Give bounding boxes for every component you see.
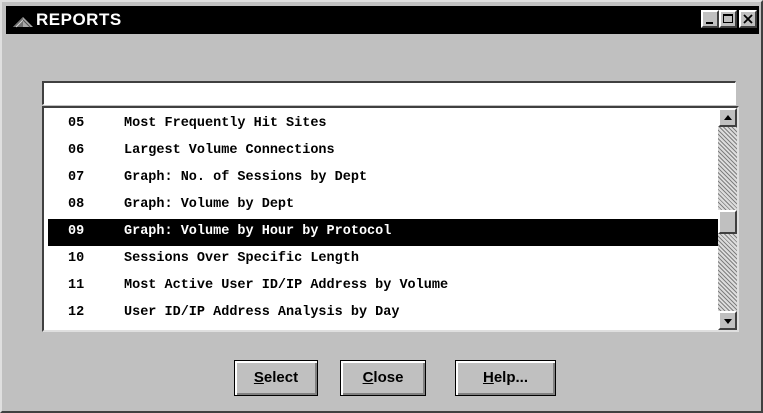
help-button[interactable]: Help...	[455, 360, 556, 396]
item-label: Sessions Over Specific Length	[124, 251, 359, 266]
close-label-rest: lose	[373, 369, 404, 386]
arrow-up-icon	[724, 115, 732, 120]
close-button[interactable]: Close	[340, 360, 426, 396]
title-bar[interactable]: REPORTS	[6, 6, 759, 34]
item-number: 06	[68, 143, 85, 158]
select-button[interactable]: Select	[234, 360, 318, 396]
item-number: 09	[68, 224, 85, 239]
report-list[interactable]: 05 Most Frequently Hit Sites 06 Largest …	[42, 106, 739, 332]
list-item-05[interactable]: 05 Most Frequently Hit Sites	[48, 111, 718, 138]
maximize-button[interactable]	[719, 10, 737, 28]
item-label: Graph: No. of Sessions by Dept	[124, 170, 368, 185]
close-icon	[743, 14, 753, 24]
item-number: 11	[68, 278, 85, 293]
vertical-scrollbar[interactable]	[718, 108, 737, 330]
maximize-icon	[723, 14, 733, 23]
item-number: 12	[68, 305, 85, 320]
item-number: 10	[68, 251, 85, 266]
list-item-10[interactable]: 10 Sessions Over Specific Length	[48, 246, 718, 273]
arrow-down-icon	[724, 319, 732, 324]
item-label: Graph: Volume by Hour by Protocol	[124, 224, 392, 239]
list-item-12[interactable]: 12 User ID/IP Address Analysis by Day	[48, 300, 718, 327]
close-mnemonic: C	[362, 369, 374, 386]
item-label: User ID/IP Address Analysis by Day	[124, 305, 400, 320]
item-number: 07	[68, 170, 85, 185]
close-window-button[interactable]	[739, 10, 757, 28]
select-mnemonic: S	[253, 369, 264, 386]
list-item-07[interactable]: 07 Graph: No. of Sessions by Dept	[48, 165, 718, 192]
select-label-rest: elect	[263, 369, 299, 386]
list-item-11[interactable]: 11 Most Active User ID/IP Address by Vol…	[48, 273, 718, 300]
scroll-up-button[interactable]	[718, 108, 737, 127]
item-label: Graph: Volume by Dept	[124, 197, 295, 212]
report-rows: 05 Most Frequently Hit Sites 06 Largest …	[48, 111, 718, 327]
help-label-rest: elp...	[493, 369, 529, 386]
item-label: Largest Volume Connections	[124, 143, 335, 158]
reports-window: REPORTS 05 Most Frequently Hit Sites 06 …	[0, 0, 763, 413]
scroll-thumb[interactable]	[718, 210, 737, 234]
item-label: Most Active User ID/IP Address by Volume	[124, 278, 449, 293]
scroll-down-button[interactable]	[718, 311, 737, 330]
minimize-icon	[706, 22, 713, 24]
app-icon	[12, 12, 34, 28]
minimize-button[interactable]	[701, 10, 719, 28]
list-item-06[interactable]: 06 Largest Volume Connections	[48, 138, 718, 165]
item-number: 05	[68, 116, 85, 131]
item-label: Most Frequently Hit Sites	[124, 116, 327, 131]
help-mnemonic: H	[482, 369, 494, 386]
item-number: 08	[68, 197, 85, 212]
list-item-08[interactable]: 08 Graph: Volume by Dept	[48, 192, 718, 219]
report-search-input[interactable]	[42, 81, 736, 105]
list-item-09-selected[interactable]: 09 Graph: Volume by Hour by Protocol	[48, 219, 718, 246]
window-title: REPORTS	[36, 10, 122, 29]
